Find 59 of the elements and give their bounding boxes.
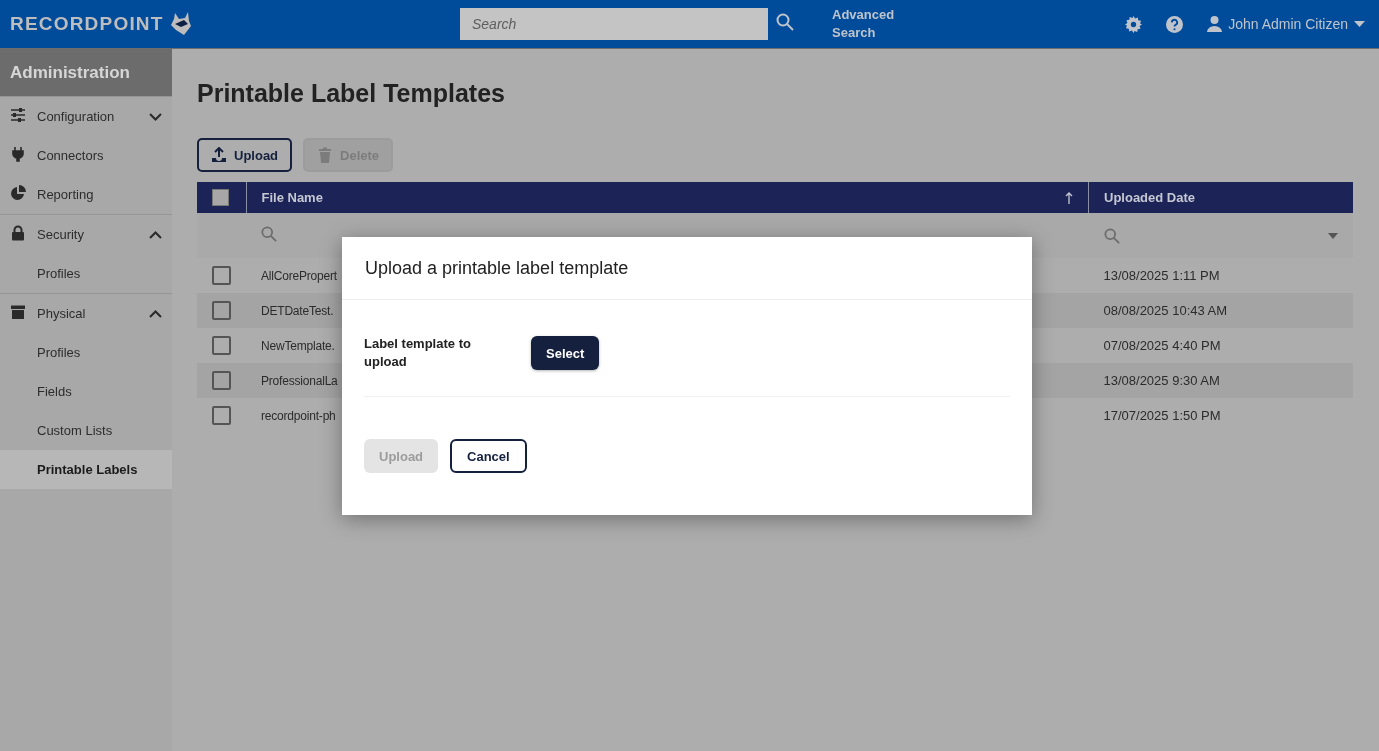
chevron-down-icon[interactable] (149, 112, 162, 121)
lock-icon (10, 225, 26, 241)
sidebar-subitem[interactable]: Profiles (0, 254, 172, 293)
dropdown-caret-icon[interactable] (1328, 232, 1338, 239)
row-checkbox[interactable] (212, 336, 231, 355)
pie-chart-icon (10, 185, 26, 201)
select-button[interactable]: Select (531, 336, 600, 370)
uploaded-date: 17/07/2025 1:50 PM (1103, 408, 1221, 423)
advanced-search-link[interactable]: Advanced Search (832, 6, 902, 42)
user-icon (1207, 16, 1223, 32)
file-name: NewTemplate. (261, 339, 335, 353)
upload-button[interactable]: Upload (197, 138, 293, 172)
field-label: Label template to upload (364, 335, 472, 371)
sidebar-item[interactable]: Reporting (0, 175, 172, 214)
sidebar-subitem[interactable]: Fields (0, 372, 172, 411)
uploaded-date: 07/08/2025 4:40 PM (1103, 338, 1221, 353)
sidebar-subitem[interactable]: Profiles (0, 333, 172, 372)
search-icon (776, 13, 794, 31)
uploaded-date: 13/08/2025 1:11 PM (1103, 268, 1220, 283)
upload-icon (211, 147, 227, 163)
row-checkbox[interactable] (212, 371, 231, 390)
file-name: ProfessionalLa (261, 374, 338, 388)
caret-icon[interactable] (1354, 21, 1365, 27)
user-name[interactable]: John Admin Citizen (1228, 16, 1348, 32)
sidebar-item[interactable]: Physical (0, 294, 172, 333)
file-name: DETDateTest. (261, 304, 334, 318)
plug-icon (10, 146, 26, 162)
dialog-title: Upload a printable label template (342, 237, 1032, 300)
row-checkbox[interactable] (212, 266, 231, 285)
logo-icon (169, 11, 192, 37)
sidebar-item[interactable]: Security (0, 215, 172, 254)
search-icon (1103, 227, 1120, 244)
search-icon (261, 226, 277, 242)
file-name: recordpoint-ph (261, 409, 336, 423)
settings-icon[interactable] (1125, 15, 1143, 33)
trash-icon (317, 147, 334, 163)
sidebar-item[interactable]: Configuration (0, 97, 172, 136)
uploaded-date: 08/08/2025 10:43 AM (1103, 303, 1228, 318)
row-checkbox[interactable] (212, 406, 231, 425)
archive-box-icon (10, 304, 26, 320)
sidebar-title: Administration (0, 49, 172, 96)
uploaded-date: 13/08/2025 9:30 AM (1103, 373, 1220, 388)
chevron-up-icon[interactable] (149, 309, 162, 318)
column-header[interactable]: File Name (246, 182, 1089, 213)
sidebar-subitem[interactable]: Custom Lists (0, 411, 172, 450)
logo-text: RECORDPOINT (10, 13, 164, 35)
row-checkbox[interactable] (212, 301, 231, 320)
page-title: Printable Label Templates (197, 79, 506, 108)
sidebar-item[interactable]: Connectors (0, 136, 172, 175)
search-field[interactable]: Search (460, 8, 768, 40)
help-icon[interactable] (1166, 15, 1184, 33)
column-header[interactable]: Uploaded Date (1088, 182, 1353, 213)
file-name: AllCorePropert (261, 269, 337, 283)
sliders-icon (10, 107, 26, 123)
sort-up-arrow-icon[interactable] (1065, 191, 1073, 204)
sidebar-subitem[interactable]: Printable Labels (0, 450, 172, 489)
chevron-up-icon[interactable] (149, 230, 162, 239)
select-all-checkbox[interactable] (212, 189, 229, 206)
cancel-button[interactable]: Cancel (450, 439, 527, 473)
